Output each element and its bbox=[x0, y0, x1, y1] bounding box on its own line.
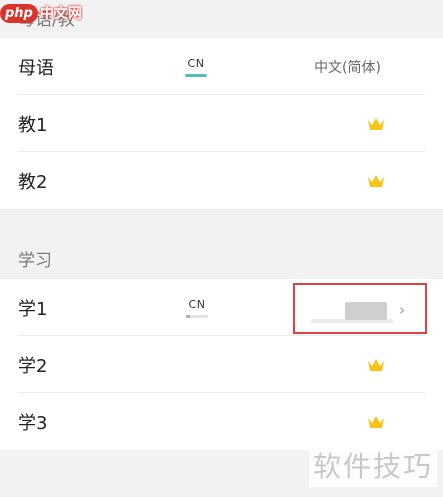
native-teach-card: 母语 CN 中文(简体) 教1 教2 bbox=[0, 38, 443, 209]
row-label: 学1 bbox=[18, 298, 48, 320]
lang-tab-indicator bbox=[185, 73, 207, 77]
learn-row-2[interactable]: 学2 bbox=[0, 336, 443, 393]
bottom-watermark: 软件技巧 bbox=[308, 443, 437, 487]
row-label: 学2 bbox=[18, 355, 48, 377]
site-logo: php bbox=[0, 3, 38, 23]
chevron-right-icon: › bbox=[399, 301, 405, 319]
lang-tab-cn[interactable]: CN bbox=[186, 298, 208, 318]
learn-row-1[interactable]: 学1 CN › bbox=[0, 279, 443, 336]
site-watermark: php 中文网 bbox=[0, 0, 82, 26]
crown-icon[interactable] bbox=[367, 116, 385, 132]
row-label: 教2 bbox=[18, 171, 48, 193]
row-label: 母语 bbox=[18, 57, 54, 79]
learn-card: 学1 CN › 学2 学3 bbox=[0, 279, 443, 450]
row-label: 学3 bbox=[18, 412, 48, 434]
crown-icon[interactable] bbox=[367, 357, 385, 373]
blurred-value bbox=[345, 302, 387, 320]
lang-code: CN bbox=[188, 297, 206, 311]
teach-row-2[interactable]: 教2 bbox=[0, 152, 443, 209]
lang-code: CN bbox=[187, 56, 205, 70]
crown-icon[interactable] bbox=[367, 414, 385, 430]
site-name: 中文网 bbox=[39, 6, 82, 22]
section-header-learn: 学习 bbox=[18, 250, 52, 271]
native-language-row[interactable]: 母语 CN 中文(简体) bbox=[0, 38, 443, 95]
row-label: 教1 bbox=[18, 114, 48, 136]
learn-progress-fill bbox=[186, 314, 191, 318]
language-select[interactable]: › bbox=[293, 283, 427, 334]
crown-icon[interactable] bbox=[367, 173, 385, 189]
lang-tab-cn[interactable]: CN bbox=[185, 57, 207, 77]
learn-row-3[interactable]: 学3 bbox=[0, 393, 443, 450]
learn-progress-bar bbox=[186, 314, 208, 318]
native-language-value: 中文(简体) bbox=[314, 59, 381, 76]
teach-row-1[interactable]: 教1 bbox=[0, 95, 443, 152]
